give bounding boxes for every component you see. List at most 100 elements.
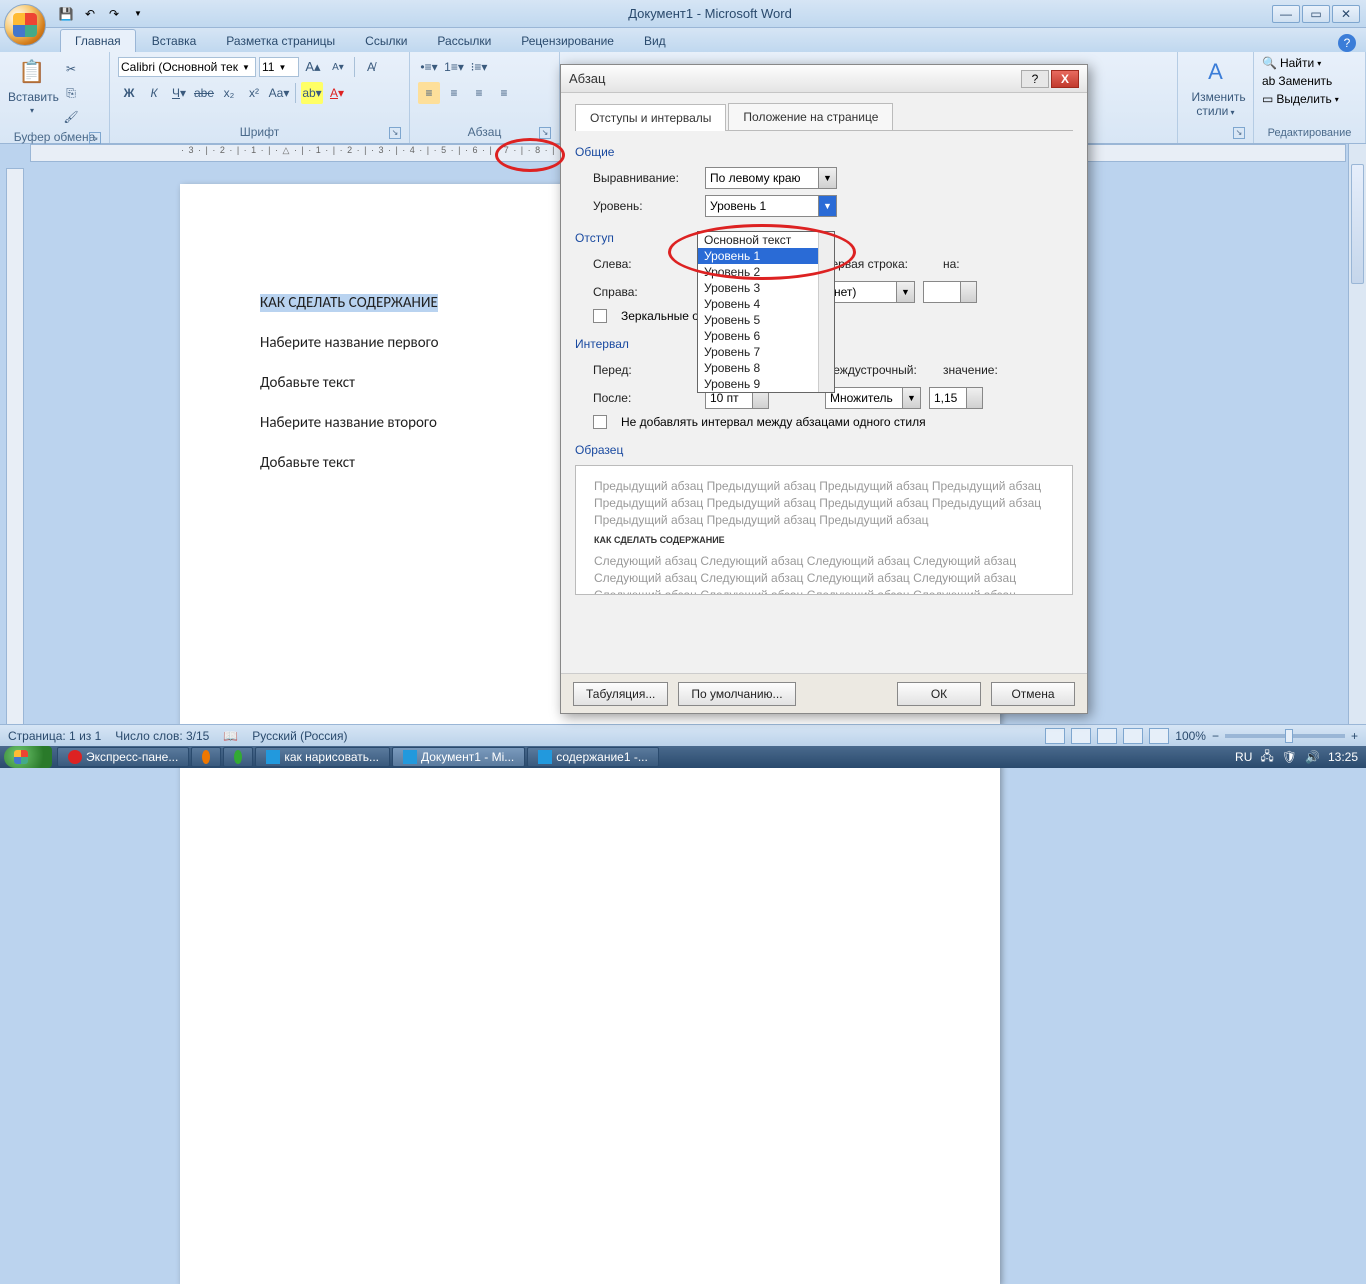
tab-review[interactable]: Рецензирование bbox=[507, 30, 628, 52]
cut-icon[interactable]: ✂ bbox=[60, 58, 82, 80]
zoom-slider-handle[interactable] bbox=[1285, 729, 1293, 743]
cancel-button[interactable]: Отмена bbox=[991, 682, 1075, 706]
dialog-close-button[interactable]: X bbox=[1051, 70, 1079, 88]
redo-icon[interactable]: ↷ bbox=[104, 4, 124, 24]
level-option[interactable]: Уровень 4 bbox=[698, 296, 834, 312]
linespacing-value-input[interactable]: 1,15 bbox=[929, 387, 983, 409]
task-utorrent[interactable] bbox=[223, 747, 253, 767]
view-web-icon[interactable] bbox=[1097, 728, 1117, 744]
task-button[interactable]: Экспресс-пане... bbox=[57, 747, 189, 767]
select-button[interactable]: Выделить bbox=[1276, 92, 1331, 106]
status-words[interactable]: Число слов: 3/15 bbox=[115, 729, 209, 743]
zoom-value[interactable]: 100% bbox=[1175, 729, 1206, 743]
close-button[interactable]: ✕ bbox=[1332, 5, 1360, 23]
zoom-out-button[interactable]: − bbox=[1212, 729, 1219, 743]
subscript-icon[interactable]: x₂ bbox=[218, 82, 240, 104]
tray-network-icon[interactable]: 🖧 bbox=[1260, 747, 1273, 768]
tab-mailings[interactable]: Рассылки bbox=[423, 30, 505, 52]
level-option[interactable]: Основной текст bbox=[698, 232, 834, 248]
level-option-selected[interactable]: Уровень 1 bbox=[698, 248, 834, 264]
align-right-icon[interactable]: ≡ bbox=[468, 82, 490, 104]
status-page[interactable]: Страница: 1 из 1 bbox=[8, 729, 101, 743]
tab-pagelayout[interactable]: Разметка страницы bbox=[212, 30, 349, 52]
align-center-icon[interactable]: ≡ bbox=[443, 82, 465, 104]
firstline-value-input[interactable] bbox=[923, 281, 977, 303]
tray-clock[interactable]: 13:25 bbox=[1328, 750, 1358, 764]
tab-references[interactable]: Ссылки bbox=[351, 30, 421, 52]
tray-shield-icon[interactable]: 🛡 bbox=[1282, 750, 1297, 764]
save-icon[interactable]: 💾 bbox=[56, 4, 76, 24]
font-size-combo[interactable]: 11▼ bbox=[259, 57, 299, 77]
level-option[interactable]: Уровень 8 bbox=[698, 360, 834, 376]
task-button[interactable]: содержание1 -... bbox=[527, 747, 659, 767]
level-option[interactable]: Уровень 2 bbox=[698, 264, 834, 280]
tab-view[interactable]: Вид bbox=[630, 30, 680, 52]
dialog-titlebar[interactable]: Абзац ? X bbox=[561, 65, 1087, 93]
view-fullscreen-icon[interactable] bbox=[1071, 728, 1091, 744]
view-outline-icon[interactable] bbox=[1123, 728, 1143, 744]
replace-button[interactable]: Заменить bbox=[1278, 74, 1332, 88]
numbering-icon[interactable]: 1≡▾ bbox=[443, 56, 465, 78]
view-print-layout-icon[interactable] bbox=[1045, 728, 1065, 744]
copy-icon[interactable]: ⎘ bbox=[60, 82, 82, 104]
highlight-icon[interactable]: ab▾ bbox=[301, 82, 323, 104]
level-option[interactable]: Уровень 7 bbox=[698, 344, 834, 360]
multilevel-icon[interactable]: ⁝≡▾ bbox=[468, 56, 490, 78]
underline-icon[interactable]: Ч▾ bbox=[168, 82, 190, 104]
office-button[interactable] bbox=[4, 4, 46, 46]
spellcheck-icon[interactable]: 📖 bbox=[223, 729, 238, 743]
format-painter-icon[interactable]: 🖌 bbox=[60, 106, 82, 128]
align-left-icon[interactable]: ≡ bbox=[418, 82, 440, 104]
firstline-select[interactable]: (нет)▼ bbox=[825, 281, 915, 303]
bullets-icon[interactable]: •≡▾ bbox=[418, 56, 440, 78]
status-language[interactable]: Русский (Россия) bbox=[252, 729, 347, 743]
level-option[interactable]: Уровень 6 bbox=[698, 328, 834, 344]
mirror-checkbox[interactable] bbox=[593, 309, 607, 323]
view-draft-icon[interactable] bbox=[1149, 728, 1169, 744]
paste-button[interactable]: 📋 Вставить ▾ bbox=[8, 56, 56, 116]
justify-icon[interactable]: ≡ bbox=[493, 82, 515, 104]
font-launcher[interactable]: ↘ bbox=[389, 127, 401, 139]
tabs-button[interactable]: Табуляция... bbox=[573, 682, 668, 706]
styles-launcher[interactable]: ↘ bbox=[1233, 127, 1245, 139]
task-button-active[interactable]: Документ1 - Mi... bbox=[392, 747, 525, 767]
font-color-icon[interactable]: A▾ bbox=[326, 82, 348, 104]
bold-icon[interactable]: Ж bbox=[118, 82, 140, 104]
linespacing-select[interactable]: Множитель▼ bbox=[825, 387, 921, 409]
alignment-select[interactable]: По левому краю▼ bbox=[705, 167, 837, 189]
strike-icon[interactable]: abe bbox=[193, 82, 215, 104]
clipboard-launcher[interactable]: ↘ bbox=[89, 132, 101, 144]
maximize-button[interactable]: ▭ bbox=[1302, 5, 1330, 23]
task-button[interactable]: как нарисовать... bbox=[255, 747, 390, 767]
help-icon[interactable]: ? bbox=[1338, 34, 1356, 52]
paragraph-launcher[interactable]: ↘ bbox=[539, 127, 551, 139]
font-name-combo[interactable]: Calibri (Основной тек▼ bbox=[118, 57, 256, 77]
grow-font-icon[interactable]: A▴ bbox=[302, 56, 324, 78]
level-select[interactable]: Уровень 1▼ bbox=[705, 195, 837, 217]
start-button[interactable] bbox=[4, 746, 52, 768]
italic-icon[interactable]: К bbox=[143, 82, 165, 104]
tray-lang[interactable]: RU bbox=[1235, 750, 1252, 764]
undo-icon[interactable]: ↶ bbox=[80, 4, 100, 24]
dropdown-scrollbar[interactable] bbox=[818, 232, 834, 392]
scrollbar-thumb[interactable] bbox=[1351, 164, 1364, 284]
level-option[interactable]: Уровень 5 bbox=[698, 312, 834, 328]
change-case-icon[interactable]: Aa▾ bbox=[268, 82, 290, 104]
ok-button[interactable]: ОК bbox=[897, 682, 981, 706]
level-option[interactable]: Уровень 9 bbox=[698, 376, 834, 392]
zoom-slider[interactable] bbox=[1225, 734, 1345, 738]
qat-dropdown-icon[interactable]: ▼ bbox=[128, 4, 148, 24]
level-option[interactable]: Уровень 3 bbox=[698, 280, 834, 296]
tray-volume-icon[interactable]: 🔊 bbox=[1305, 750, 1320, 764]
tab-home[interactable]: Главная bbox=[60, 29, 136, 52]
clear-format-icon[interactable]: A̸ bbox=[360, 56, 382, 78]
tab-insert[interactable]: Вставка bbox=[138, 30, 211, 52]
default-button[interactable]: По умолчанию... bbox=[678, 682, 795, 706]
vertical-ruler[interactable] bbox=[6, 168, 24, 746]
change-styles-button[interactable]: A Изменить стили ▾ bbox=[1192, 56, 1240, 118]
vertical-scrollbar[interactable] bbox=[1348, 144, 1366, 746]
dialog-help-button[interactable]: ? bbox=[1021, 70, 1049, 88]
dialog-tab-indents[interactable]: Отступы и интервалы bbox=[575, 104, 726, 131]
nospacing-checkbox[interactable] bbox=[593, 415, 607, 429]
minimize-button[interactable]: — bbox=[1272, 5, 1300, 23]
